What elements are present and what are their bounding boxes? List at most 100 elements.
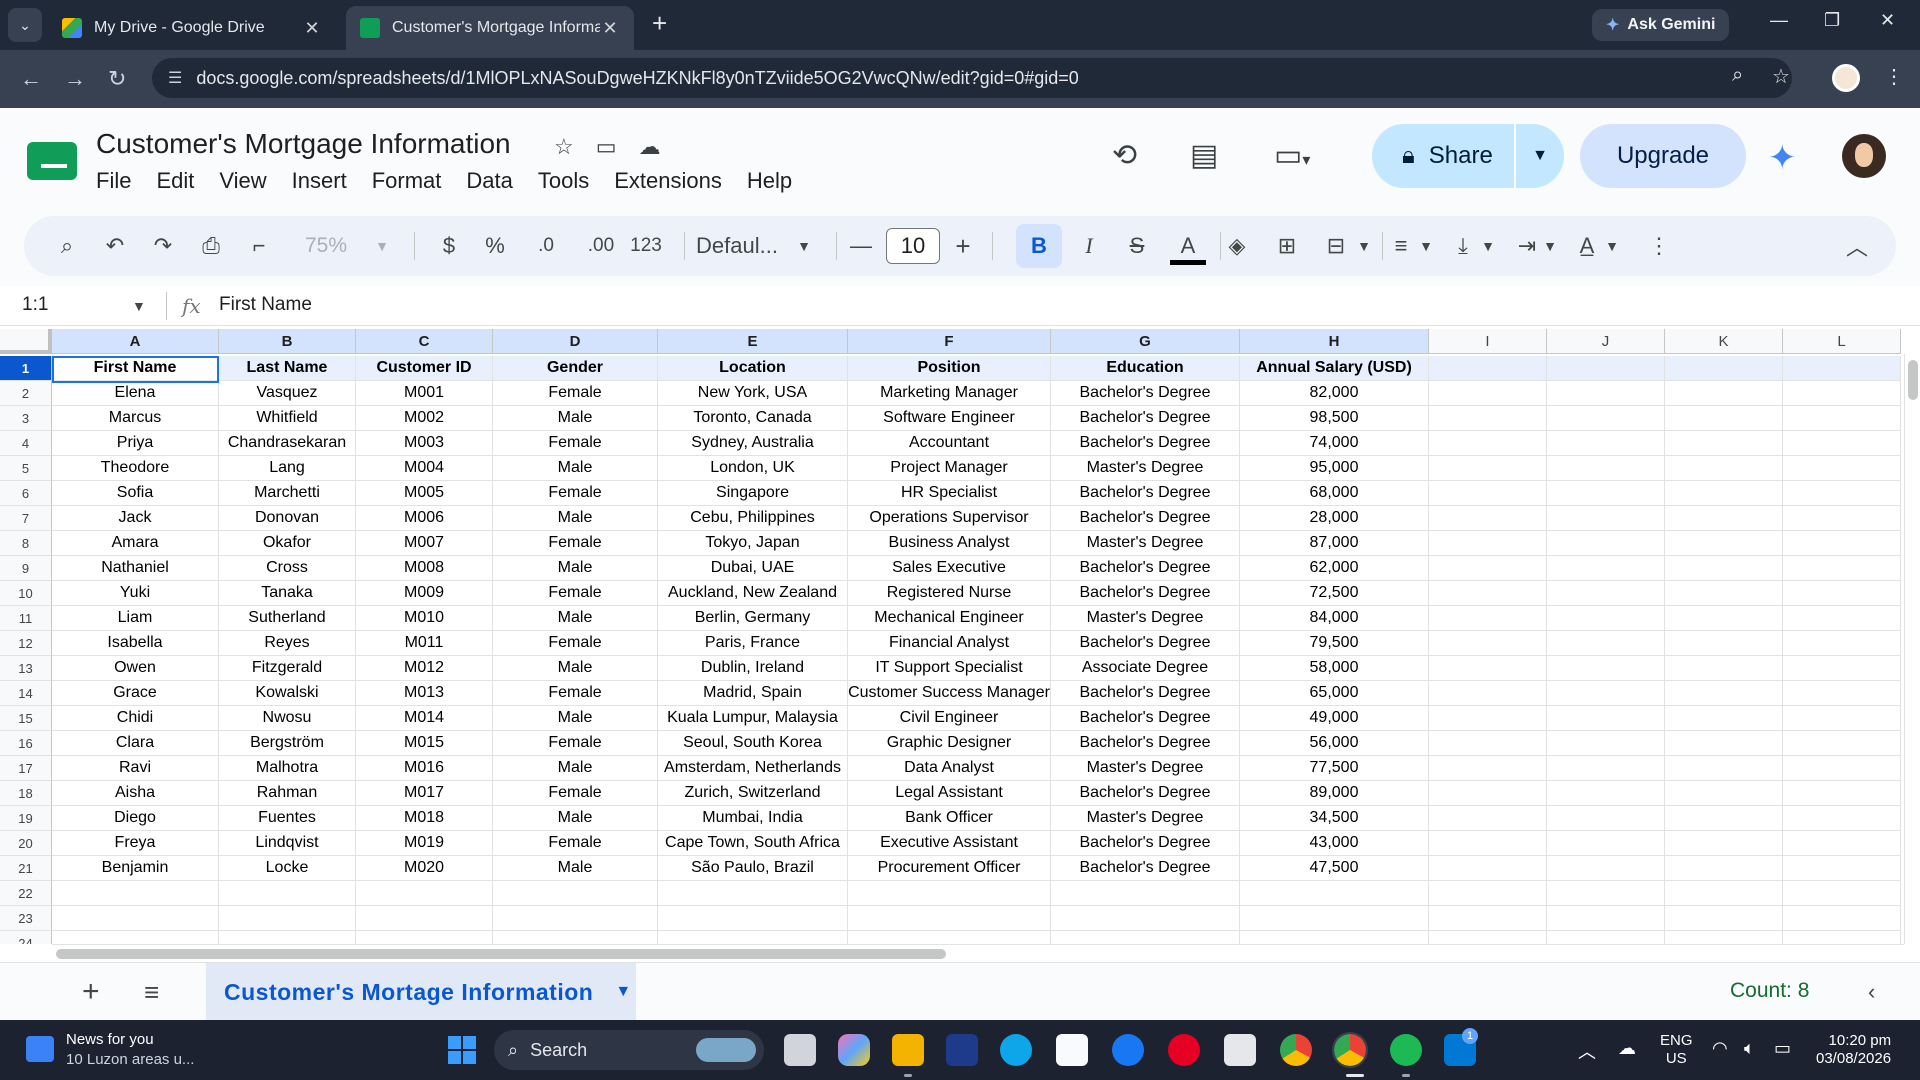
vertical-scrollbar[interactable] <box>1904 354 1920 944</box>
empty-cell[interactable] <box>219 881 356 906</box>
header-cell[interactable]: Annual Salary (USD) <box>1240 356 1429 381</box>
table-cell[interactable]: Kuala Lumpur, Malaysia <box>658 706 848 731</box>
empty-cell[interactable] <box>1547 781 1665 806</box>
table-cell[interactable]: Project Manager <box>848 456 1051 481</box>
table-cell[interactable]: M002 <box>356 406 493 431</box>
table-cell[interactable]: Bachelor's Degree <box>1051 831 1240 856</box>
table-cell[interactable]: 47,500 <box>1240 856 1429 881</box>
table-cell[interactable]: Executive Assistant <box>848 831 1051 856</box>
table-cell[interactable]: 56,000 <box>1240 731 1429 756</box>
empty-cell[interactable] <box>1783 606 1901 631</box>
table-cell[interactable]: 89,000 <box>1240 781 1429 806</box>
text-color-button[interactable]: A <box>1172 230 1204 262</box>
empty-cell[interactable] <box>1665 631 1783 656</box>
browser-menu-icon[interactable]: ⋮ <box>1884 64 1904 89</box>
empty-cell[interactable] <box>1783 406 1901 431</box>
copilot-icon[interactable] <box>838 1034 870 1066</box>
empty-cell[interactable] <box>1429 606 1547 631</box>
font-family-select[interactable]: Defaul... <box>696 230 796 262</box>
menu-extensions[interactable]: Extensions <box>614 168 722 194</box>
table-cell[interactable]: Female <box>493 831 658 856</box>
empty-cell[interactable] <box>1429 531 1547 556</box>
table-cell[interactable]: Female <box>493 781 658 806</box>
table-cell[interactable]: Reyes <box>219 631 356 656</box>
empty-cell[interactable] <box>1547 506 1665 531</box>
snipping-tool-icon[interactable] <box>1224 1034 1256 1066</box>
table-cell[interactable]: Master's Degree <box>1051 606 1240 631</box>
empty-cell[interactable] <box>1547 731 1665 756</box>
file-explorer-icon[interactable] <box>892 1034 924 1066</box>
menu-insert[interactable]: Insert <box>292 168 347 194</box>
table-cell[interactable]: Toronto, Canada <box>658 406 848 431</box>
empty-cell[interactable] <box>1665 406 1783 431</box>
table-cell[interactable]: Male <box>493 656 658 681</box>
table-cell[interactable]: Female <box>493 431 658 456</box>
percent-format-button[interactable]: % <box>482 230 508 262</box>
edge-icon[interactable] <box>1000 1034 1032 1066</box>
empty-cell[interactable] <box>1429 556 1547 581</box>
empty-cell[interactable] <box>1547 831 1665 856</box>
table-cell[interactable]: 82,000 <box>1240 381 1429 406</box>
empty-cell[interactable] <box>1783 781 1901 806</box>
empty-cell[interactable] <box>1783 881 1901 906</box>
table-cell[interactable]: Bachelor's Degree <box>1051 406 1240 431</box>
browser-profile-avatar[interactable] <box>1832 64 1860 92</box>
empty-cell[interactable] <box>219 906 356 931</box>
decrease-font-size-button[interactable]: — <box>848 230 874 262</box>
table-cell[interactable]: M007 <box>356 531 493 556</box>
table-cell[interactable]: Sales Executive <box>848 556 1051 581</box>
table-cell[interactable]: Owen <box>52 656 219 681</box>
table-cell[interactable]: Bachelor's Degree <box>1051 581 1240 606</box>
table-cell[interactable]: Bachelor's Degree <box>1051 631 1240 656</box>
empty-cell[interactable] <box>1240 881 1429 906</box>
table-cell[interactable]: Bachelor's Degree <box>1051 431 1240 456</box>
table-cell[interactable]: Fuentes <box>219 806 356 831</box>
empty-cell[interactable] <box>848 906 1051 931</box>
empty-cell[interactable] <box>493 931 658 944</box>
currency-format-button[interactable]: $ <box>436 230 462 262</box>
empty-cell[interactable] <box>1783 431 1901 456</box>
table-cell[interactable]: M020 <box>356 856 493 881</box>
table-cell[interactable]: Female <box>493 481 658 506</box>
table-cell[interactable]: M016 <box>356 756 493 781</box>
table-cell[interactable]: 84,000 <box>1240 606 1429 631</box>
table-cell[interactable]: Customer Success Manager <box>848 681 1051 706</box>
table-cell[interactable]: Lang <box>219 456 356 481</box>
table-cell[interactable]: Amsterdam, Netherlands <box>658 756 848 781</box>
empty-cell[interactable] <box>1429 706 1547 731</box>
table-cell[interactable]: Bachelor's Degree <box>1051 681 1240 706</box>
row-header[interactable]: 12 <box>0 631 52 656</box>
column-header-c[interactable]: C <box>356 329 493 354</box>
empty-cell[interactable] <box>1547 656 1665 681</box>
empty-cell[interactable] <box>1783 706 1901 731</box>
bookmark-star-icon[interactable]: ☆ <box>1772 64 1790 89</box>
table-cell[interactable]: New York, USA <box>658 381 848 406</box>
table-cell[interactable]: Priya <box>52 431 219 456</box>
table-cell[interactable]: Sofia <box>52 481 219 506</box>
empty-cell[interactable] <box>1665 706 1783 731</box>
table-cell[interactable]: M011 <box>356 631 493 656</box>
empty-cell[interactable] <box>1429 506 1547 531</box>
side-panel-toggle-icon[interactable]: ‹ <box>1868 979 1875 1005</box>
menu-file[interactable]: File <box>96 168 131 194</box>
formula-input[interactable]: First Name <box>219 294 312 316</box>
table-cell[interactable]: Seoul, South Korea <box>658 731 848 756</box>
table-cell[interactable]: Chandrasekaran <box>219 431 356 456</box>
row-header[interactable]: 13 <box>0 656 52 681</box>
empty-cell[interactable] <box>1547 531 1665 556</box>
row-header[interactable]: 3 <box>0 406 52 431</box>
row-header[interactable]: 16 <box>0 731 52 756</box>
empty-cell[interactable] <box>1547 681 1665 706</box>
horizontal-scroll-thumb[interactable] <box>56 949 946 959</box>
empty-cell[interactable] <box>1429 356 1547 381</box>
table-cell[interactable]: 77,500 <box>1240 756 1429 781</box>
empty-cell[interactable] <box>1547 806 1665 831</box>
cloud-status-icon[interactable]: ☁ <box>639 134 661 160</box>
column-header-f[interactable]: F <box>848 329 1051 354</box>
table-cell[interactable]: HR Specialist <box>848 481 1051 506</box>
empty-cell[interactable] <box>1429 656 1547 681</box>
table-cell[interactable]: Associate Degree <box>1051 656 1240 681</box>
empty-cell[interactable] <box>356 931 493 944</box>
row-header[interactable]: 4 <box>0 431 52 456</box>
facebook-icon[interactable] <box>1112 1034 1144 1066</box>
